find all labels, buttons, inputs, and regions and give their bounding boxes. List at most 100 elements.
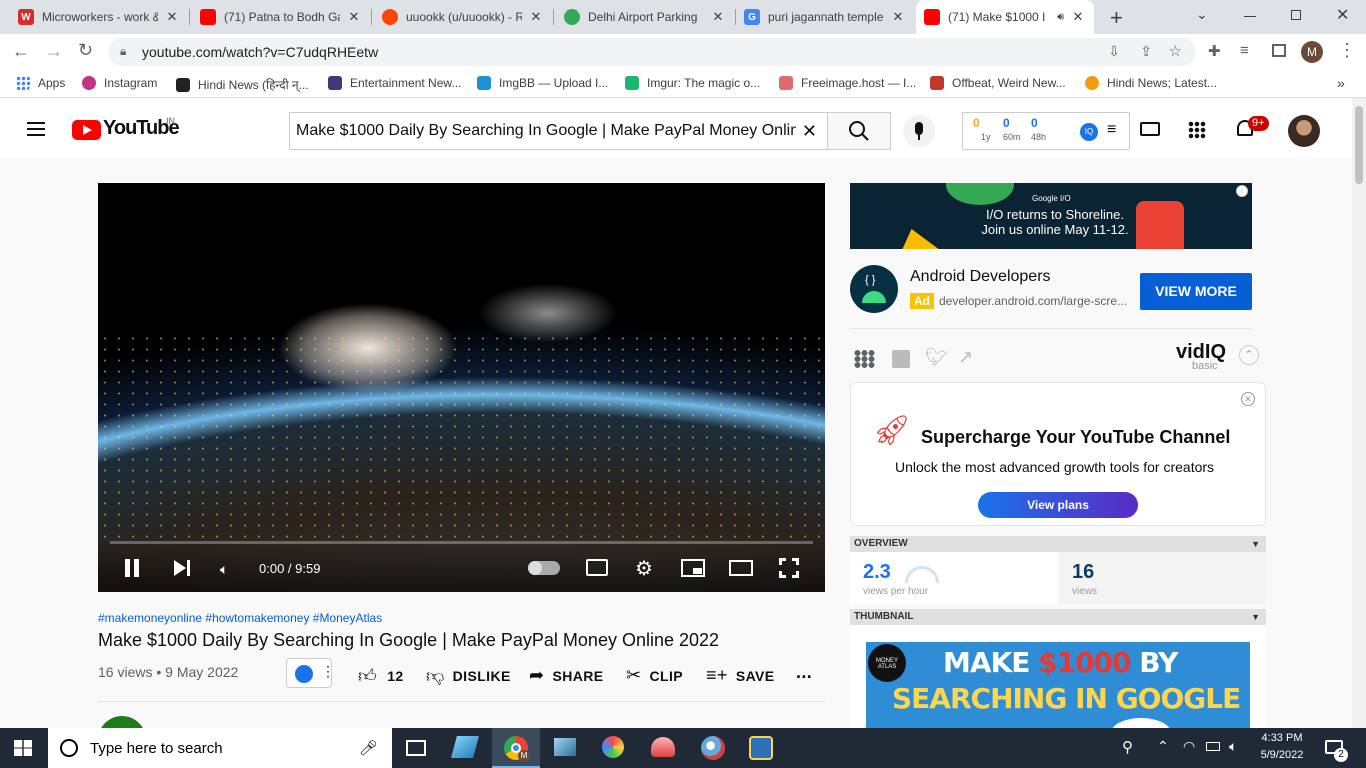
extensions-icon[interactable]: ✚ <box>1208 42 1221 60</box>
like-button[interactable]: 👍︎ 12 <box>358 665 404 687</box>
task-view-icon[interactable] <box>406 740 426 756</box>
people-icon[interactable]: ⚲ <box>1122 738 1133 756</box>
back-icon[interactable]: ← <box>12 41 30 62</box>
battery-icon[interactable] <box>1206 742 1220 751</box>
trends-tab-icon[interactable]: ↗ <box>958 347 973 368</box>
volume-icon[interactable]: 🔈︎ <box>220 561 228 578</box>
taskbar-app-icon[interactable] <box>749 736 773 760</box>
reload-icon[interactable]: ↻ <box>78 40 93 61</box>
vidiq-grid-tab-icon[interactable] <box>854 350 875 368</box>
fullscreen-icon[interactable] <box>779 558 799 578</box>
bookmark-item[interactable]: Imgur: The magic o... <box>625 76 760 90</box>
autoplay-toggle[interactable] <box>528 561 560 575</box>
bookmark-item[interactable]: Hindi News; Latest... <box>1085 76 1217 90</box>
miniplayer-icon[interactable] <box>681 559 705 577</box>
search-input[interactable]: Make $1000 Daily By Searching In Google … <box>289 112 827 150</box>
wifi-icon[interactable]: ◠ <box>1183 738 1195 755</box>
ad-banner[interactable]: Google I/O I/O returns to Shoreline. Joi… <box>850 183 1252 249</box>
page-scrollbar[interactable] <box>1352 98 1366 728</box>
browser-tab[interactable]: W Microworkers - work & ✕ <box>10 0 188 34</box>
next-icon[interactable] <box>174 560 186 576</box>
tab-close-icon[interactable]: ✕ <box>528 9 544 25</box>
browser-tab[interactable]: uuookk (u/uuookk) - R ✕ <box>374 0 552 34</box>
video-player[interactable]: 🔈︎ 0:00 / 9:59 ⚙︎ <box>98 183 825 592</box>
forward-icon[interactable]: → <box>45 41 63 62</box>
speaker-icon[interactable]: 🔈︎ <box>1229 738 1237 755</box>
bookmark-item[interactable]: Freeimage.host — I... <box>779 76 916 90</box>
chrome-menu-icon[interactable]: ⋮ <box>1338 40 1356 61</box>
clear-search-icon[interactable]: ✕ <box>802 121 817 142</box>
close-window-icon[interactable]: ✕ <box>1336 5 1349 25</box>
apps-grid-icon[interactable] <box>1188 121 1206 139</box>
advertiser-name[interactable]: Android Developers <box>910 268 1051 286</box>
clock-time[interactable]: 4:33 PM <box>1252 732 1312 744</box>
subtitles-icon[interactable] <box>586 559 608 576</box>
ad-url[interactable]: developer.android.com/large-scre... <box>939 294 1127 308</box>
tab-close-icon[interactable]: ✕ <box>346 9 362 25</box>
progress-bar[interactable] <box>110 541 813 544</box>
bookmark-item[interactable]: Hindi News (हिन्दी न्... <box>176 76 309 93</box>
omnibox[interactable]: 🔒︎ youtube.com/watch?v=C7udqRHEetw ⇩ ⇪ ☆ <box>108 38 1196 66</box>
restore-icon[interactable] <box>1291 10 1301 20</box>
settings-gear-icon[interactable]: ⚙︎ <box>635 556 653 581</box>
promo-close-icon[interactable]: ✕ <box>1241 392 1255 406</box>
theater-mode-icon[interactable] <box>729 560 753 576</box>
vidiq-menu-icon[interactable]: ≡ <box>1107 121 1116 139</box>
bookmark-item[interactable]: Instagram <box>82 76 157 90</box>
view-more-button[interactable]: VIEW MORE <box>1140 273 1252 310</box>
overview-section-header[interactable]: OVERVIEW ▼ <box>850 536 1266 552</box>
taskbar-app-icon[interactable] <box>701 736 725 760</box>
taskbar-search-box[interactable]: Type here to search 🎤︎ <box>48 728 392 768</box>
youtube-logo-icon[interactable] <box>72 120 101 140</box>
advertiser-logo[interactable]: { } <box>850 265 898 313</box>
bookmark-item[interactable]: Apps <box>16 76 65 90</box>
tab-close-icon[interactable]: ✕ <box>710 9 726 25</box>
scrollbar-thumb[interactable] <box>1355 106 1363 184</box>
browser-tab[interactable]: (71) Patna to Bodh Ga ✕ <box>192 0 370 34</box>
share-button[interactable]: ➦ SHARE <box>529 665 604 686</box>
new-tab-button[interactable]: + <box>1110 5 1123 31</box>
pause-icon[interactable] <box>125 559 130 577</box>
bookmark-item[interactable]: Entertainment New... <box>328 76 461 90</box>
taskbar-app-icon[interactable] <box>651 737 675 757</box>
vidiq-video-button[interactable]: ⋮ <box>286 658 335 688</box>
vidiq-toolbar-widget[interactable]: 0 1y 0 60m 0 48h IQ ≡ <box>962 112 1130 150</box>
browser-tab[interactable]: (71) Make $1000 I 🔊︎ ✕ <box>916 0 1094 34</box>
dislike-button[interactable]: 👎︎ DISLIKE <box>426 665 511 687</box>
more-actions-button[interactable]: ... <box>796 662 812 683</box>
tab-close-icon[interactable]: ✕ <box>164 9 180 25</box>
tab-close-icon[interactable]: ✕ <box>1070 9 1086 25</box>
tray-chevron-icon[interactable]: ⌃ <box>1157 738 1169 755</box>
ad-info-icon[interactable]: i <box>1236 185 1248 197</box>
vidiq-stats-tab-icon[interactable] <box>892 350 910 368</box>
bookmarks-overflow-icon[interactable]: » <box>1337 75 1345 91</box>
bookmark-star-icon[interactable]: ☆ <box>1169 42 1182 60</box>
view-plans-button[interactable]: View plans <box>978 492 1138 518</box>
video-hashtags[interactable]: #makemoneyonline #howtomakemoney #MoneyA… <box>98 611 382 625</box>
search-button[interactable] <box>827 112 891 150</box>
voice-search-button[interactable] <box>903 115 935 147</box>
tab-search-icon[interactable]: ⌄ <box>1196 6 1208 23</box>
media-control-icon[interactable]: ≡ <box>1240 42 1249 59</box>
taskbar-app-icon[interactable] <box>554 738 576 756</box>
minimize-icon[interactable] <box>1244 16 1256 17</box>
share-icon[interactable]: ⇪ <box>1140 43 1152 60</box>
install-icon[interactable]: ⇩ <box>1108 43 1120 60</box>
windows-start-icon[interactable] <box>14 740 32 756</box>
bookmark-item[interactable]: Offbeat, Weird New... <box>930 76 1066 90</box>
audio-playing-icon[interactable]: 🔊︎ <box>1057 11 1064 24</box>
clip-button[interactable]: ✂ CLIP <box>626 665 683 686</box>
browser-tab[interactable]: Gpuri jagannath temple ✕ <box>736 0 914 34</box>
profile-avatar[interactable]: M <box>1301 41 1323 63</box>
chrome-taskbar-button[interactable]: M <box>492 728 540 768</box>
side-panel-icon[interactable] <box>1272 44 1286 57</box>
paint-app-icon[interactable] <box>602 736 624 758</box>
video-thumbnail[interactable]: MONEY ATLAS MAKE $1000 BY SEARCHING IN G… <box>866 642 1250 728</box>
bookmark-item[interactable]: ImgBB — Upload I... <box>477 76 608 90</box>
tab-close-icon[interactable]: ✕ <box>890 9 906 25</box>
collapse-chevron-icon[interactable]: ⌃ <box>1239 345 1259 365</box>
thumbnail-section-header[interactable]: THUMBNAIL ▼ <box>850 609 1266 625</box>
create-video-icon[interactable] <box>1140 122 1160 136</box>
hamburger-menu-icon[interactable] <box>27 122 45 124</box>
microphone-icon[interactable]: 🎤︎ <box>359 739 378 757</box>
